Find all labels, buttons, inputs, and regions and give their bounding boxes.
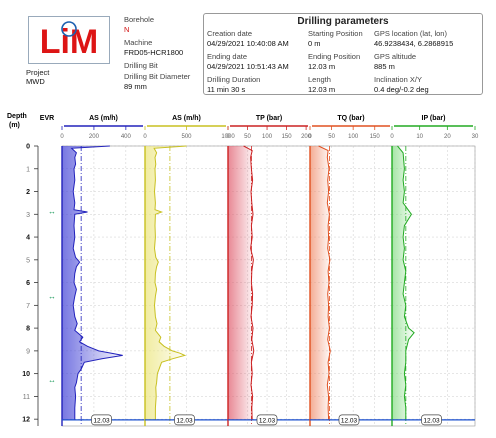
- series-line: [153, 145, 187, 420]
- drilling-bit-label: Drilling Bit: [124, 61, 158, 70]
- duration-label: Drilling Duration: [207, 75, 261, 84]
- end-depth-label: 12.03: [176, 417, 193, 424]
- end-depth-label: 12.03: [423, 417, 440, 424]
- track-title: TP (bar): [256, 115, 282, 122]
- depth-tick-label: 4: [26, 235, 30, 242]
- series-area: [62, 146, 123, 420]
- series-line: [70, 145, 123, 420]
- track-tick-label: 50: [328, 134, 335, 140]
- track-tick-label: 30: [472, 134, 479, 140]
- evr-marker-icon: ↔: [48, 375, 56, 384]
- inclination-value: 0.4 deg/-0.2 deg: [374, 85, 429, 94]
- bit-diameter-value: 89 mm: [124, 82, 147, 91]
- ending-date-label: Ending date: [207, 52, 248, 61]
- inclination-label: Inclination X/Y: [374, 75, 422, 84]
- track-tick-label: 0: [60, 134, 64, 140]
- depth-tick-label: 11: [23, 394, 30, 401]
- depth-tick-label: 10: [22, 371, 30, 378]
- track-tick-label: 500: [181, 134, 192, 140]
- borehole-value: N: [124, 25, 130, 34]
- length-label: Length: [308, 75, 331, 84]
- track-tick-label: 100: [262, 134, 273, 140]
- start-position-value: 0 m: [308, 39, 321, 48]
- duration-value: 11 min 30 s: [207, 85, 246, 94]
- drilling-parameters-panel: Drilling parameters Creation date 04/29/…: [203, 13, 483, 95]
- track-title: IP (bar): [422, 115, 446, 122]
- evr-column-title: EVR: [40, 115, 54, 122]
- track-tick-label: 10: [416, 134, 423, 140]
- end-position-label: Ending Position: [308, 52, 361, 61]
- logo-text: LiM: [40, 23, 99, 61]
- depth-axis: 0123456789101112: [22, 144, 39, 426]
- company-logo: LiM: [28, 16, 110, 64]
- borehole-label: Borehole: [124, 15, 155, 24]
- depth-tick-label: 2: [26, 189, 30, 196]
- ending-date-value: 04/29/2021 10:51:43 AM: [207, 62, 289, 71]
- depth-tick-label: 3: [26, 212, 30, 219]
- track-title: AS (m/h): [89, 115, 118, 122]
- track-2: AS (m/h)0 500 100012.03: [143, 115, 235, 427]
- series-area: [145, 146, 187, 420]
- evr-column: ↔ ↔ ↔: [48, 207, 56, 384]
- start-position-label: Starting Position: [308, 29, 363, 38]
- altitude-value: 885 m: [374, 62, 395, 71]
- track-tick-label: 0: [143, 134, 147, 140]
- track-3: TP (bar)0 50 100 150 20012.03: [226, 115, 312, 427]
- evr-marker-icon: ↔: [48, 207, 56, 216]
- creation-date-label: Creation date: [207, 29, 253, 38]
- project-value: MWD: [26, 77, 45, 86]
- bit-diameter-label: Drilling Bit Diameter: [124, 72, 191, 81]
- evr-marker-icon: ↔: [48, 292, 56, 301]
- altitude-label: GPS altitude: [374, 52, 417, 61]
- end-position-value: 12.03 m: [308, 62, 336, 71]
- end-depth-label: 12.03: [93, 417, 110, 424]
- length-value: 12.03 m: [308, 85, 336, 94]
- end-depth-label: 12.03: [259, 417, 276, 424]
- depth-tick-label: 12: [22, 417, 30, 424]
- series-area: [392, 146, 415, 420]
- machine-value: FRD05-HCR1800: [124, 48, 184, 57]
- series-area: [310, 146, 331, 420]
- track-4: TQ (bar) 0 50 100 150 12.03: [308, 115, 393, 427]
- depth-tick-label: 5: [26, 257, 30, 264]
- track-title: AS (m/h): [172, 115, 201, 122]
- machine-label: Machine: [124, 38, 153, 47]
- creation-date-value: 04/29/2021 10:40:08 AM: [207, 39, 289, 48]
- drilling-log-chart: Depth (m) EVR 0123456789101112 ↔↔↔ AS (m…: [7, 113, 479, 427]
- depth-axis-unit: (m): [9, 122, 20, 129]
- track-5: IP (bar) 0 10 20 30 12.03: [390, 115, 479, 427]
- panel-title: Drilling parameters: [297, 16, 389, 27]
- chart-tracks: AS (m/h)0 200 40012.03AS (m/h)0 500 100012.0…: [60, 115, 479, 427]
- track-tick-label: 400: [121, 134, 132, 140]
- depth-tick-label: 6: [26, 280, 30, 287]
- track-tick-label: 150: [370, 134, 381, 140]
- depth-tick-label: 7: [26, 303, 30, 310]
- track-title: TQ (bar): [337, 115, 364, 122]
- track-tick-label: 150: [282, 134, 293, 140]
- depth-tick-label: 1: [26, 166, 30, 173]
- track-tick-label: 200: [89, 134, 100, 140]
- gps-value: 46.9238434, 6.2868915: [374, 39, 454, 48]
- depth-tick-label: 0: [26, 144, 30, 151]
- track-1: AS (m/h) 0 200 400 12.03: [60, 115, 146, 427]
- depth-axis-title: Depth: [7, 113, 27, 120]
- end-depth-label: 12.03: [341, 417, 358, 424]
- track-tick-label: 0: [308, 134, 312, 140]
- depth-tick-label: 9: [26, 348, 30, 355]
- series-area: [228, 146, 254, 420]
- depth-tick-label: 8: [26, 326, 30, 333]
- track-tick-label: 50: [244, 134, 251, 140]
- track-tick-label: 20: [444, 134, 451, 140]
- track-tick-label: 0: [390, 134, 394, 140]
- report-header: LiM Project MWD Borehole N Machine FRD05…: [0, 0, 496, 108]
- track-tick-label: 100: [348, 134, 359, 140]
- project-label: Project: [26, 68, 50, 77]
- gps-label: GPS location (lat, lon): [374, 29, 447, 38]
